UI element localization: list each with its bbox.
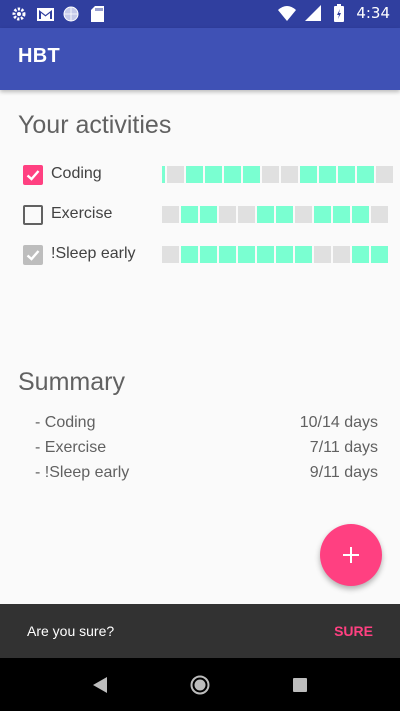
history-cell [181,246,198,263]
activity-row[interactable]: !Sleep early [0,235,400,275]
history-cell [167,166,184,183]
status-bar: 4:34 [0,0,400,28]
history-cell [200,206,217,223]
wifi-icon [278,4,297,22]
history-cell [333,206,350,223]
summary-days-count: 10/14 days [299,414,378,431]
home-icon[interactable] [189,674,211,696]
history-cell [238,246,255,263]
summary-heading: Summary [18,368,125,396]
history-cell [300,166,317,183]
history-cell [186,166,203,183]
history-cell [357,166,374,183]
summary-days-count: 7/11 days [309,439,378,456]
activity-label: Exercise [51,205,113,222]
activity-history [162,246,390,263]
history-cell [224,166,241,183]
activity-history [162,166,395,183]
history-cell [181,206,198,223]
activities-heading: Your activities [18,111,172,139]
activity-checkbox[interactable] [23,165,43,185]
summary-activity-name: - !Sleep early [35,464,130,481]
history-cell [205,166,222,183]
recents-icon[interactable] [289,674,311,696]
summary-row: - !Sleep early 9/11 days [0,464,400,486]
history-cell [314,206,331,223]
app-title: HBT [18,45,61,67]
add-activity-button[interactable] [320,524,382,586]
status-time: 4:34 [356,4,390,22]
history-cell [276,246,293,263]
summary-activity-name: - Coding [35,414,96,431]
signal-icon [304,4,322,22]
summary-row: - Exercise 7/11 days [0,439,400,461]
history-cell [281,166,298,183]
battery-icon [330,4,348,22]
history-cell [376,166,393,183]
app-bar: HBT [0,28,400,90]
history-cell [162,246,179,263]
snackbar: Are you sure? SURE [0,604,400,658]
summary-row: - Coding 10/14 days [0,414,400,436]
check-icon [26,170,40,181]
snackbar-message: Are you sure? [27,623,115,639]
history-cell [257,246,274,263]
back-icon[interactable] [89,674,111,696]
history-cell [314,246,331,263]
history-cell [295,246,312,263]
globe-icon [62,5,80,23]
activity-row[interactable]: Coding [0,155,400,195]
summary-days-count: 9/11 days [309,464,378,481]
history-cell [276,206,293,223]
history-cell [162,166,165,183]
history-cell [352,206,369,223]
history-cell [319,166,336,183]
activity-history [162,206,390,223]
history-cell [257,206,274,223]
history-cell [352,246,369,263]
gear-icon [10,5,28,23]
activity-label: !Sleep early [51,245,136,262]
check-icon [26,250,40,261]
history-cell [200,246,217,263]
sd-card-icon [88,5,106,23]
history-cell [238,206,255,223]
activity-row[interactable]: Exercise [0,195,400,235]
navigation-bar [0,658,400,711]
history-cell [219,206,236,223]
history-cell [338,166,355,183]
snackbar-action-button[interactable]: SURE [334,623,373,639]
activity-checkbox [23,245,43,265]
summary-activity-name: - Exercise [35,439,107,456]
plus-icon [343,547,359,563]
gmail-icon [36,5,54,23]
activity-checkbox[interactable] [23,205,43,225]
activity-label: Coding [51,165,102,182]
history-cell [371,206,388,223]
history-cell [371,246,388,263]
history-cell [219,246,236,263]
history-cell [243,166,260,183]
history-cell [333,246,350,263]
history-cell [262,166,279,183]
history-cell [295,206,312,223]
history-cell [162,206,179,223]
